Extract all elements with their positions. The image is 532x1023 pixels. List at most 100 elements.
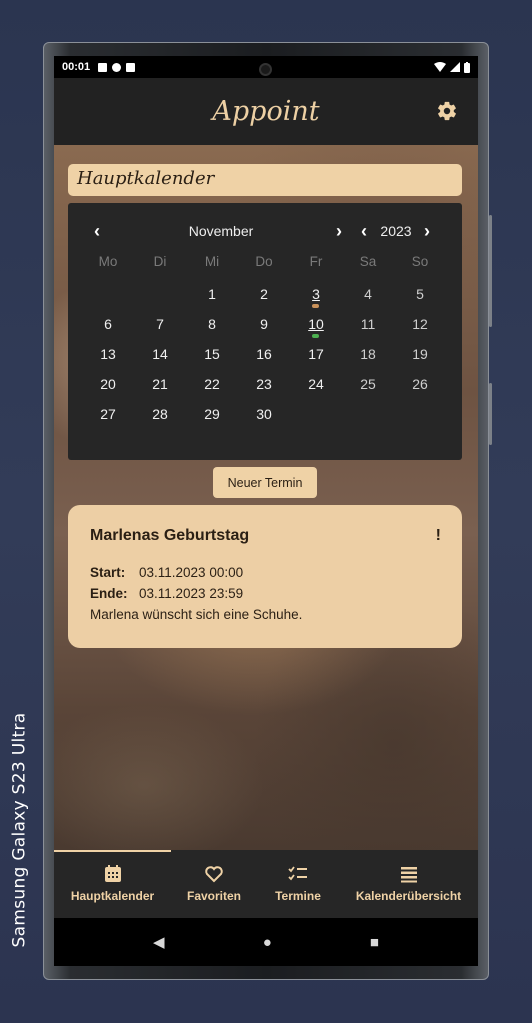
calendar-empty-cell: [342, 403, 394, 433]
nav-item-termine[interactable]: Termine: [257, 850, 339, 918]
calendar-day[interactable]: 12: [394, 313, 446, 343]
next-year-button[interactable]: ›: [424, 221, 430, 241]
calendar-day[interactable]: 4: [342, 283, 394, 313]
calendar-day[interactable]: 2: [238, 283, 290, 313]
battery-icon: [464, 61, 470, 73]
nav-label: Kalenderübersicht: [355, 889, 462, 903]
nav-item-favoriten[interactable]: Favoriten: [171, 850, 257, 918]
back-button[interactable]: ◀: [153, 933, 165, 951]
calendar-day[interactable]: 8: [186, 313, 238, 343]
event-description: Marlena wünscht sich eine Schuhe.: [90, 607, 303, 622]
calendar-empty-cell: [290, 403, 342, 433]
power-button: [489, 383, 492, 445]
calendar-day[interactable]: 19: [394, 343, 446, 373]
system-navigation-bar: ◀ ● ■: [54, 918, 478, 966]
nav-label: Favoriten: [186, 889, 241, 903]
month-label: November: [188, 223, 254, 239]
phone-screen: 00:01 Appoint Hauptkalender ‹ November ›…: [54, 56, 478, 966]
prev-year-button[interactable]: ‹: [361, 221, 367, 241]
checklist-icon: [288, 866, 307, 881]
nav-item-kalenderuebersicht[interactable]: Kalenderübersicht: [339, 850, 478, 918]
signal-icon: [450, 62, 460, 72]
device-label: Samsung Galaxy S23 Ultra: [9, 712, 30, 948]
calendar-empty-cell: [82, 283, 134, 313]
active-tab-indicator: [54, 850, 171, 852]
calendar-day[interactable]: 5: [394, 283, 446, 313]
list-icon: [400, 867, 417, 883]
event-card[interactable]: Marlenas Geburtstag ! Start: 03.11.2023 0…: [68, 505, 462, 648]
calendar-header: ‹ November › ‹ 2023 ›: [68, 221, 462, 241]
calendar-day[interactable]: 24: [290, 373, 342, 403]
weekday-label: Mi: [204, 254, 220, 269]
event-end-label: Ende:: [90, 586, 128, 601]
camera-cutout: [259, 63, 272, 76]
calendar-name[interactable]: Hauptkalender: [68, 164, 462, 196]
calendar-day[interactable]: 21: [134, 373, 186, 403]
weekday-label: Do: [255, 254, 273, 269]
notification-icons: [98, 62, 136, 72]
notification-icon: [98, 62, 108, 72]
nav-label: Hauptkalender: [70, 889, 155, 903]
calendar-week-row: 20 21 22 23 24 25 26: [82, 373, 446, 403]
status-icons: [434, 61, 470, 73]
volume-button: [489, 215, 492, 327]
calendar-day[interactable]: 30: [238, 403, 290, 433]
app-bar: Appoint: [54, 78, 478, 145]
calendar-day[interactable]: 26: [394, 373, 446, 403]
calendar-day[interactable]: 20: [82, 373, 134, 403]
calendar-day[interactable]: 10: [290, 313, 342, 343]
calendar-day[interactable]: 6: [82, 313, 134, 343]
calendar-day[interactable]: 23: [238, 373, 290, 403]
calendar-day[interactable]: 16: [238, 343, 290, 373]
new-appointment-button[interactable]: Neuer Termin: [213, 467, 317, 498]
main-content: Hauptkalender ‹ November › ‹ 2023 › Mo Di…: [54, 145, 478, 850]
calendar-day[interactable]: 15: [186, 343, 238, 373]
calendar-day[interactable]: 17: [290, 343, 342, 373]
calendar-day[interactable]: 27: [82, 403, 134, 433]
calendar-empty-cell: [134, 283, 186, 313]
event-start-label: Start:: [90, 565, 126, 580]
calendar-day[interactable]: 9: [238, 313, 290, 343]
event-priority-flag: !: [435, 527, 441, 544]
next-month-button[interactable]: ›: [336, 221, 342, 241]
prev-month-button[interactable]: ‹: [94, 221, 100, 241]
calendar-day[interactable]: 25: [342, 373, 394, 403]
weekday-label: Sa: [359, 254, 377, 269]
status-time: 00:01: [62, 61, 91, 73]
gear-icon[interactable]: [436, 100, 458, 122]
status-bar: 00:01: [54, 56, 478, 78]
event-title: Marlenas Geburtstag: [90, 527, 250, 544]
event-marker-dot: [312, 334, 319, 338]
calendar-week-row: 12345: [82, 283, 446, 313]
calendar-day[interactable]: 13: [82, 343, 134, 373]
event-start-value: 03.11.2023 00:00: [139, 565, 244, 580]
calendar-day[interactable]: 18: [342, 343, 394, 373]
calendar-grid: Mo Di Mi Do Fr Sa So 1 2 3 4 5 6 7 8 9 10 11 12 13 14 15 16 17 1…: [82, 253, 446, 433]
year-label: 2023: [380, 223, 412, 239]
recents-button[interactable]: ■: [370, 934, 379, 951]
weekday-label: Fr: [309, 254, 323, 269]
notification-icon: [126, 62, 136, 72]
event-end: Ende: 03.11.2023 23:59: [90, 583, 440, 604]
calendar-day[interactable]: 3: [290, 283, 342, 313]
event-marker-dot: [312, 304, 319, 308]
nav-label: Termine: [275, 889, 321, 903]
weekday-label: So: [411, 254, 429, 269]
calendar-week-row: 6 7 8 9 10 11 12: [82, 313, 446, 343]
bottom-navigation: Hauptkalender Favoriten Termine Kalender…: [54, 850, 478, 918]
calendar-day[interactable]: 1: [186, 283, 238, 313]
calendar-day[interactable]: 11: [342, 313, 394, 343]
calendar-day[interactable]: 29: [186, 403, 238, 433]
calendar-day[interactable]: 14: [134, 343, 186, 373]
weekday-label: Mo: [98, 254, 118, 269]
notification-icon: [112, 62, 122, 72]
calendar-day[interactable]: 28: [134, 403, 186, 433]
month-calendar: ‹ November › ‹ 2023 › Mo Di Mi Do Fr Sa So 1 2 3 4…: [68, 203, 462, 460]
calendar-week-row: 27 28 29 30: [82, 403, 446, 433]
nav-item-hauptkalender[interactable]: Hauptkalender: [54, 850, 171, 918]
calendar-week-row: 13 14 15 16 17 18 19: [82, 343, 446, 373]
home-button[interactable]: ●: [263, 934, 272, 951]
heart-icon: [205, 866, 223, 883]
calendar-day[interactable]: 22: [186, 373, 238, 403]
calendar-day[interactable]: 7: [134, 313, 186, 343]
